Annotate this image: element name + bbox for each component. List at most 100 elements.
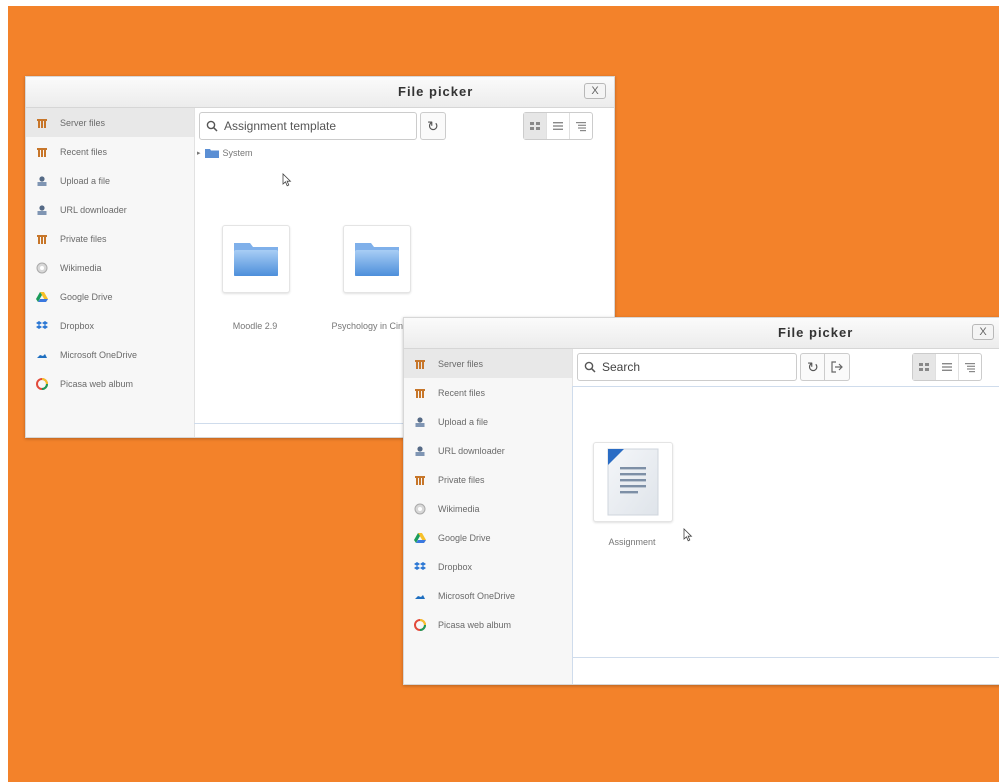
refresh-icon: ↻ [807,358,819,375]
icon-view-button[interactable] [913,354,936,380]
sidebar-item-url-downloader[interactable]: URL downloader [404,436,572,465]
sidebar-item-label: Upload a file [438,416,489,427]
folder-icon [234,243,278,276]
sidebar-item-label: Private files [60,233,107,244]
icon-view-icon [919,363,929,371]
sidebar-item-label: Wikimedia [60,262,102,273]
file-browser: Search ↻ Assignment [572,349,999,684]
upload-icon [36,175,48,187]
folder-label: Moodle 2.9 [232,321,278,331]
sidebar-item-upload-a-file[interactable]: Upload a file [404,407,572,436]
sidebar-item-label: Google Drive [60,291,113,302]
sidebar-item-server-files[interactable]: Server files [404,349,572,378]
window-title: File picker [778,325,854,340]
search-placeholder: Search [602,360,641,374]
sidebar-item-label: Google Drive [438,532,491,543]
mouse-cursor-icon [683,528,693,542]
file-picker-window-front: File picker X Server files Recent files Up… [403,317,999,685]
view-mode-switcher [912,353,982,381]
breadcrumb: ▸ System [197,148,253,158]
breadcrumb-item[interactable]: System [223,148,253,158]
url-downloader-icon [36,204,48,216]
orange-background: File picker X Server files Recent files Up… [8,6,999,782]
refresh-button[interactable]: ↻ [800,353,825,381]
wikimedia-icon [414,503,426,515]
recent-files-icon [36,146,48,158]
title-bar: File picker X [404,318,999,349]
sidebar-item-wikimedia[interactable]: Wikimedia [404,494,572,523]
sidebar-item-label: Server files [438,358,484,369]
tree-view-button[interactable] [570,113,592,139]
repository-sidebar: Server files Recent files Upload a file URL… [26,108,195,437]
expand-arrow-icon: ▸ [197,150,201,157]
google-drive-icon [414,532,426,544]
onedrive-icon [36,349,48,361]
url-downloader-icon [414,445,426,457]
sidebar-item-label: Server files [60,117,106,128]
sidebar-item-upload-a-file[interactable]: Upload a file [26,166,194,195]
server-files-icon [414,358,426,370]
picasa-icon [36,377,48,390]
sidebar-item-private-files[interactable]: Private files [26,224,194,253]
tree-view-button[interactable] [959,354,981,380]
sidebar-item-label: URL downloader [60,204,127,215]
sidebar-item-label: Picasa web album [438,619,512,630]
close-button[interactable]: X [584,83,606,99]
sidebar-item-recent-files[interactable]: Recent files [26,137,194,166]
view-mode-switcher [523,112,593,140]
divider [573,657,999,658]
list-view-button[interactable] [547,113,570,139]
file-label: Assignment [608,537,656,547]
sidebar-item-picasa-web-album[interactable]: Picasa web album [404,610,572,639]
sidebar-item-label: Recent files [438,387,486,398]
dropbox-icon [414,561,426,573]
search-icon [584,361,596,373]
sidebar-item-wikimedia[interactable]: Wikimedia [26,253,194,282]
sidebar-item-label: Upload a file [60,175,111,186]
icon-view-icon [530,122,540,130]
sidebar-item-label: Dropbox [60,320,95,331]
list-view-icon [942,363,952,371]
google-drive-icon [36,291,48,303]
sidebar-item-microsoft-onedrive[interactable]: Microsoft OneDrive [404,581,572,610]
file-item-icon[interactable] [593,442,673,522]
file-area: Assignment [572,386,999,684]
window-title: File picker [398,84,474,99]
picasa-icon [414,618,426,631]
recent-files-icon [414,387,426,399]
title-bar: File picker X [26,77,614,108]
icon-view-button[interactable] [524,113,547,139]
folder-item-icon[interactable] [343,225,411,293]
refresh-button[interactable]: ↻ [420,112,446,140]
sidebar-item-server-files[interactable]: Server files [26,108,194,137]
dropbox-icon [36,320,48,332]
logout-button[interactable] [824,353,850,381]
sidebar-item-label: Dropbox [438,561,473,572]
folder-icon [355,243,399,276]
sidebar-item-dropbox[interactable]: Dropbox [404,552,572,581]
private-files-icon [36,233,48,245]
refresh-icon: ↻ [427,117,439,134]
list-view-icon [553,122,563,130]
sidebar-item-google-drive[interactable]: Google Drive [26,282,194,311]
close-button[interactable]: X [972,324,994,340]
search-input[interactable]: Assignment template [199,112,417,140]
sidebar-item-microsoft-onedrive[interactable]: Microsoft OneDrive [26,340,194,369]
sidebar-item-dropbox[interactable]: Dropbox [26,311,194,340]
sidebar-item-label: Recent files [60,146,108,157]
search-input[interactable]: Search [577,353,797,381]
sidebar-item-google-drive[interactable]: Google Drive [404,523,572,552]
onedrive-icon [414,590,426,602]
sidebar-item-label: Wikimedia [438,503,480,514]
sidebar-item-picasa-web-album[interactable]: Picasa web album [26,369,194,398]
private-files-icon [414,474,426,486]
folder-icon [204,149,219,158]
sidebar-item-recent-files[interactable]: Recent files [404,378,572,407]
repository-sidebar: Server files Recent files Upload a file URL… [404,349,573,684]
folder-item-icon[interactable] [222,225,290,293]
sidebar-item-private-files[interactable]: Private files [404,465,572,494]
sidebar-item-url-downloader[interactable]: URL downloader [26,195,194,224]
list-view-button[interactable] [936,354,959,380]
document-icon [607,448,659,516]
sidebar-item-label: Microsoft OneDrive [438,590,516,601]
